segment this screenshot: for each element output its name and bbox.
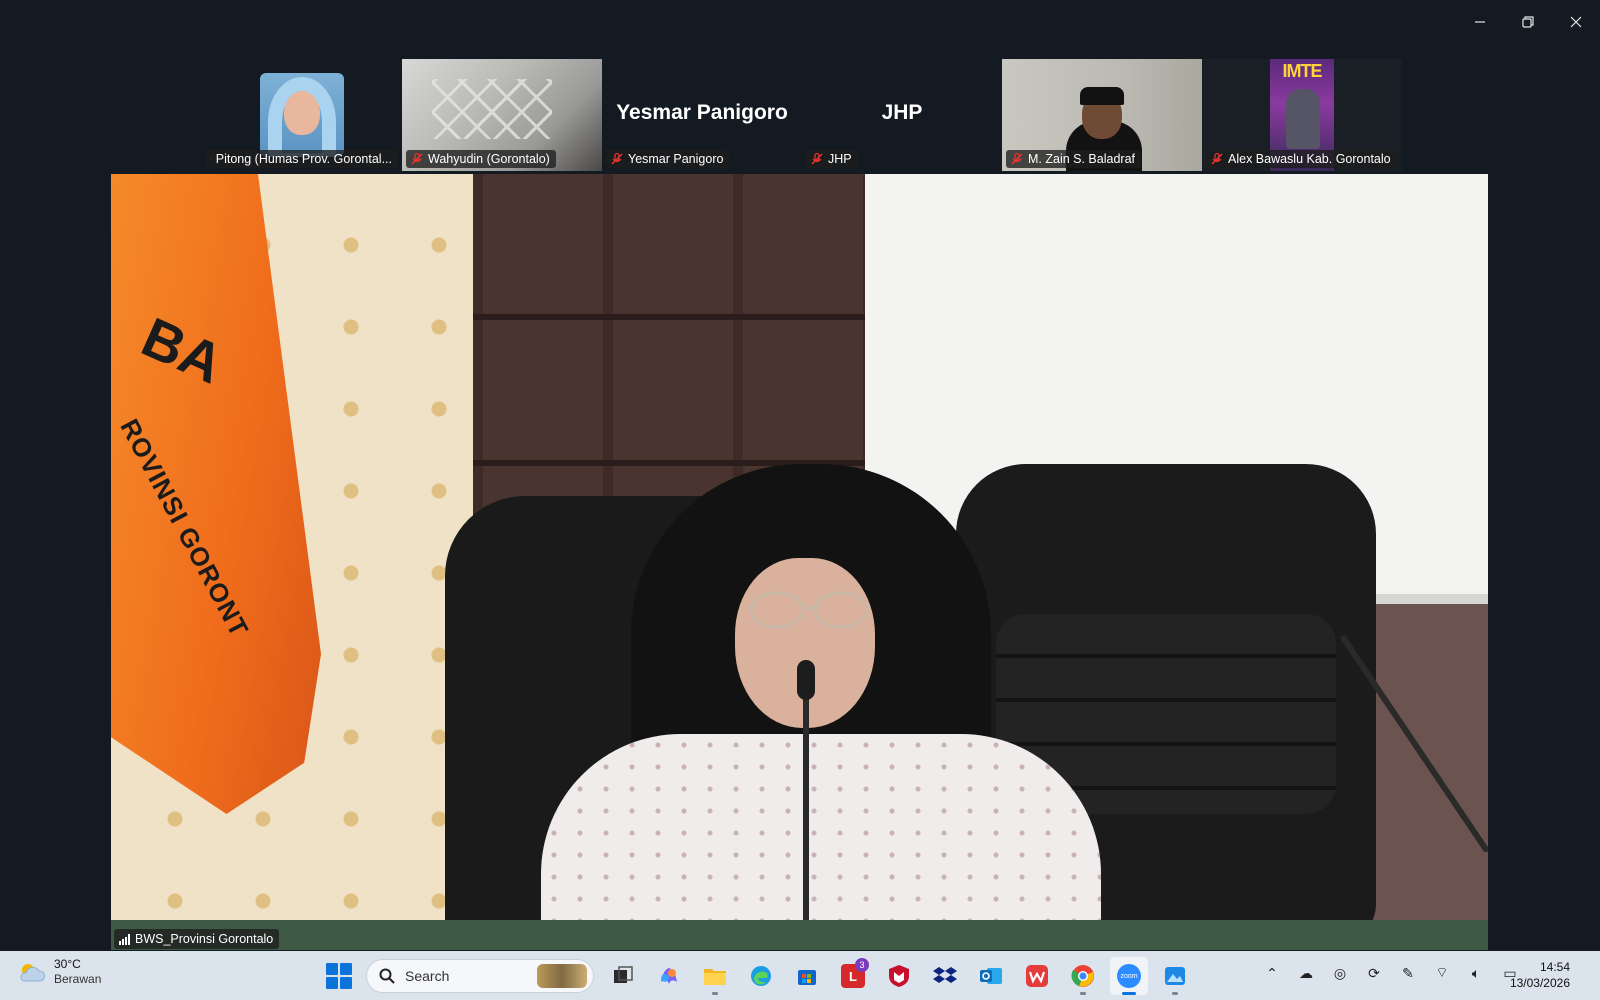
taskbar-apps: L 3 zoom (604, 957, 1194, 995)
wps-icon (1026, 965, 1048, 987)
wps-office-button[interactable] (1018, 957, 1056, 995)
taskbar-search[interactable]: Search (366, 959, 594, 993)
participant-tile[interactable]: Wahyudin (Gorontalo) (402, 59, 602, 171)
chrome-button[interactable] (1064, 957, 1102, 995)
copilot-button[interactable] (650, 957, 688, 995)
window-controls (1456, 0, 1600, 44)
task-view-button[interactable] (604, 957, 642, 995)
participant-tile[interactable]: Yesmar Panigoro Yesmar Panigoro (602, 59, 802, 171)
store-icon (798, 970, 816, 985)
system-clock[interactable]: 14:54 13/03/2026 (1510, 959, 1570, 991)
muted-mic-icon (210, 158, 212, 160)
microsoft-store-button[interactable] (788, 957, 826, 995)
search-icon (379, 968, 395, 984)
system-tray: ⌃ ☁ ◎ ⟳ ✎ ⌔ 🔈︎ ▭ (1262, 963, 1520, 983)
folder-icon (704, 969, 726, 985)
weather-widget[interactable]: 30°C Berawan (18, 957, 101, 987)
edge-icon (751, 966, 771, 986)
zoom-icon: zoom (1117, 964, 1141, 988)
photos-button[interactable] (1156, 957, 1194, 995)
participant-name-tag: JHP (806, 150, 858, 168)
speaker-name: BWS_Provinsi Gorontalo (135, 932, 274, 946)
taskbar: 30°C Berawan Search L 3 zoom ⌃ ☁ ◎ ⟳ ✎ ⌔… (0, 951, 1600, 1000)
active-speaker-video[interactable]: BA ROVINSI GORONT (111, 174, 1488, 950)
app-l-button[interactable]: L 3 (834, 957, 872, 995)
participant-tile[interactable]: JHP JHP (802, 59, 1002, 171)
muted-mic-icon (1011, 152, 1023, 165)
clock-date: 13/03/2026 (1509, 976, 1570, 990)
restore-icon (1522, 16, 1534, 28)
close-button[interactable] (1552, 0, 1600, 44)
task-view-icon (614, 966, 633, 983)
participant-name: M. Zain S. Baladraf (1028, 152, 1135, 166)
start-button[interactable] (326, 963, 352, 989)
zoom-button[interactable]: zoom (1110, 957, 1148, 995)
participant-display-name: JHP (881, 101, 923, 124)
participant-name: Yesmar Panigoro (628, 152, 724, 166)
photos-icon (1165, 967, 1185, 985)
participant-name-tag: Pitong (Humas Prov. Gorontal... (206, 150, 398, 168)
participant-tile[interactable]: M. Zain S. Baladraf (1002, 59, 1202, 171)
participant-tile[interactable]: Pitong (Humas Prov. Gorontal... (202, 59, 402, 171)
participant-video (260, 73, 344, 157)
sync-icon[interactable]: ⟳ (1364, 963, 1384, 983)
chrome-icon (1071, 965, 1094, 987)
minimize-icon (1475, 21, 1485, 23)
muted-mic-icon (1211, 152, 1223, 165)
participant-name-tag: Yesmar Panigoro (606, 150, 730, 168)
outlook-button[interactable] (972, 957, 1010, 995)
copilot-icon (661, 968, 677, 984)
weather-description: Berawan (54, 972, 102, 986)
close-icon (1570, 16, 1582, 28)
volume-icon[interactable]: 🔈︎ (1466, 963, 1486, 983)
edge-button[interactable] (742, 957, 780, 995)
muted-mic-icon (611, 152, 623, 165)
participant-tile[interactable]: IMTE Alex Bawaslu Kab. Gorontalo (1202, 59, 1402, 171)
dropbox-icon (933, 967, 957, 983)
muted-mic-icon (411, 152, 423, 165)
clock-time: 14:54 (1539, 960, 1570, 974)
participant-name: Alex Bawaslu Kab. Gorontalo (1228, 152, 1391, 166)
participant-strip: Pitong (Humas Prov. Gorontal... Wahyudin… (202, 59, 1402, 171)
show-hidden-icons-chevron-icon[interactable]: ⌃ (1262, 963, 1282, 983)
cloud-sun-icon (20, 964, 46, 982)
mcafee-button[interactable] (880, 957, 918, 995)
vpn-status-icon[interactable]: ◎ (1330, 963, 1350, 983)
weather-temperature: 30°C (54, 957, 81, 971)
pen-icon[interactable]: ✎ (1398, 963, 1418, 983)
participant-name-tag: Wahyudin (Gorontalo) (406, 150, 556, 168)
participant-name-tag: Alex Bawaslu Kab. Gorontalo (1206, 150, 1397, 168)
muted-mic-icon (811, 152, 823, 165)
speaker-name-tag: BWS_Provinsi Gorontalo (114, 929, 280, 949)
wifi-icon[interactable]: ⌔ (1432, 963, 1452, 983)
participant-name: JHP (828, 152, 852, 166)
search-placeholder: Search (405, 968, 450, 984)
dropbox-button[interactable] (926, 957, 964, 995)
search-highlight-image (537, 964, 587, 988)
poster-text: IMTE (1282, 61, 1323, 81)
minimize-button[interactable] (1456, 0, 1504, 44)
notification-badge: 3 (855, 958, 869, 972)
participant-name-tag: M. Zain S. Baladraf (1006, 150, 1141, 168)
windows-logo-icon (326, 963, 338, 975)
participant-name: Pitong (Humas Prov. Gorontal... (215, 152, 392, 166)
signal-strength-icon (119, 933, 130, 945)
file-explorer-button[interactable] (696, 957, 734, 995)
participant-display-name: Yesmar Panigoro (616, 101, 788, 124)
participant-name: Wahyudin (Gorontalo) (428, 152, 550, 166)
outlook-icon (980, 968, 1002, 984)
restore-button[interactable] (1504, 0, 1552, 44)
mcafee-shield-icon (889, 965, 909, 987)
onedrive-icon[interactable]: ☁ (1296, 963, 1316, 983)
